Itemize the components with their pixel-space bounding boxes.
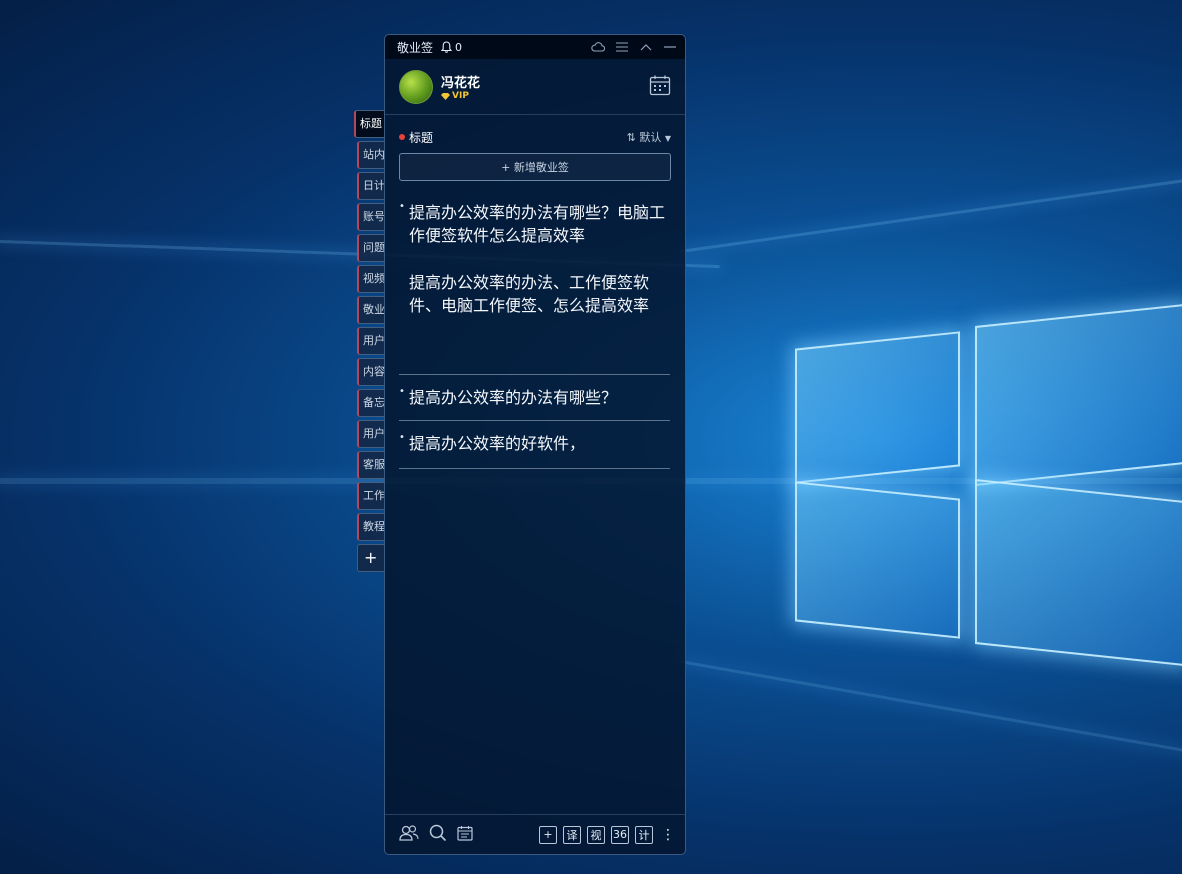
more-options-icon[interactable]: ⋮ xyxy=(661,828,675,842)
side-tab[interactable]: 敬业 xyxy=(357,296,385,324)
contacts-icon xyxy=(399,824,419,841)
windows-logo-pane xyxy=(975,478,1182,667)
note-item[interactable]: • 提高办公效率的办法有哪些？电脑工作便签软件怎么提高效率 提高办公效率的办法、… xyxy=(399,201,670,375)
side-tab[interactable]: 备忘 xyxy=(357,389,385,417)
calendar-list-icon xyxy=(457,825,473,841)
note-list: • 提高办公效率的办法有哪些？电脑工作便签软件怎么提高效率 提高办公效率的办法、… xyxy=(385,201,685,469)
vip-badge: VIP xyxy=(441,91,480,101)
title-bar[interactable]: 敬业签 0 xyxy=(385,35,685,59)
cloud-icon xyxy=(591,42,605,52)
menu-button[interactable] xyxy=(615,40,629,54)
side-tab[interactable]: 站内 xyxy=(357,141,385,169)
collapse-button[interactable] xyxy=(639,40,653,54)
contacts-button[interactable] xyxy=(399,824,419,846)
side-tab[interactable]: 教程 xyxy=(357,513,385,541)
note-text: 提高办公效率的办法、工作便签软件、电脑工作便签、怎么提高效率 xyxy=(409,273,650,315)
side-tab[interactable]: 内容 xyxy=(357,358,385,386)
note-item[interactable]: • 提高办公效率的好软件， xyxy=(399,421,670,469)
note-text: 提高办公效率的办法有哪些？电脑工作便签软件怎么提高效率 xyxy=(409,203,666,245)
note-text: 提高办公效率的办法有哪些？ xyxy=(409,388,618,407)
side-tab[interactable]: 用户 xyxy=(357,420,385,448)
cloud-sync-button[interactable] xyxy=(591,40,605,54)
side-tab[interactable]: 账号 xyxy=(357,203,385,231)
diamond-icon xyxy=(441,92,450,100)
bullet-icon: • xyxy=(399,201,405,212)
search-button[interactable] xyxy=(429,824,447,846)
view-button[interactable]: 视 xyxy=(587,825,605,844)
add-tab-button[interactable]: + xyxy=(357,544,385,572)
side-tab[interactable]: 客服 xyxy=(357,451,385,479)
avatar[interactable] xyxy=(399,69,433,104)
calendar-button[interactable] xyxy=(649,74,671,100)
category-title: 标题 xyxy=(409,130,434,145)
translate-button[interactable]: 译 xyxy=(563,825,581,844)
sort-icon: ⇅ xyxy=(626,131,636,144)
user-profile: 冯花花 VIP xyxy=(385,59,685,115)
add-note-button[interactable]: + 新增敬业签 xyxy=(399,153,671,181)
note-item[interactable]: • 提高办公效率的办法有哪些？ xyxy=(399,375,670,421)
side-tab[interactable]: 问题 xyxy=(357,234,385,262)
app-title: 敬业签 xyxy=(397,40,434,55)
bottom-toolbar: + 译 视 36 计 ⋮ xyxy=(385,814,685,854)
sticky-note-window: 敬业签 0 冯花花 VIP 标题 ⇅ 默认 ▼ + 新增敬业签 • 提高办公效率… xyxy=(384,34,686,855)
calendar-36-button[interactable]: 36 xyxy=(611,825,629,844)
caret-down-icon: ▼ xyxy=(664,134,671,143)
red-dot-icon xyxy=(399,134,405,140)
calculator-button[interactable]: 计 xyxy=(635,825,653,844)
vip-label: VIP xyxy=(452,91,469,101)
side-tab[interactable]: 用户 xyxy=(357,327,385,355)
calendar-list-button[interactable] xyxy=(457,825,473,845)
add-button[interactable]: + xyxy=(539,825,557,844)
note-text: 提高办公效率的好软件， xyxy=(409,434,586,453)
bell-icon xyxy=(441,41,453,53)
side-tab[interactable]: 工作 xyxy=(357,482,385,510)
side-tab[interactable]: 标题 xyxy=(354,110,385,138)
windows-logo-pane xyxy=(975,303,1182,487)
windows-logo-pane xyxy=(795,331,960,484)
chevron-up-icon xyxy=(640,44,652,51)
side-tab[interactable]: 日计 xyxy=(357,172,385,200)
side-tab[interactable]: 视频 xyxy=(357,265,385,293)
windows-logo xyxy=(795,303,1182,680)
user-name: 冯花花 xyxy=(441,76,481,91)
bullet-icon: • xyxy=(399,386,405,397)
windows-logo-pane xyxy=(795,481,960,639)
notification-count: 0 xyxy=(455,40,463,54)
light-beam xyxy=(679,177,1182,253)
category-header: 标题 ⇅ 默认 ▼ xyxy=(385,115,685,149)
search-icon xyxy=(429,824,447,841)
sort-label: 默认 xyxy=(639,131,662,144)
notification-bell[interactable]: 0 xyxy=(441,41,462,54)
minimize-icon xyxy=(664,46,676,48)
sort-dropdown[interactable]: ⇅ 默认 ▼ xyxy=(627,129,671,145)
minimize-button[interactable] xyxy=(663,40,677,54)
calendar-icon xyxy=(649,75,671,95)
bullet-icon: • xyxy=(399,432,405,443)
menu-icon xyxy=(616,42,628,52)
